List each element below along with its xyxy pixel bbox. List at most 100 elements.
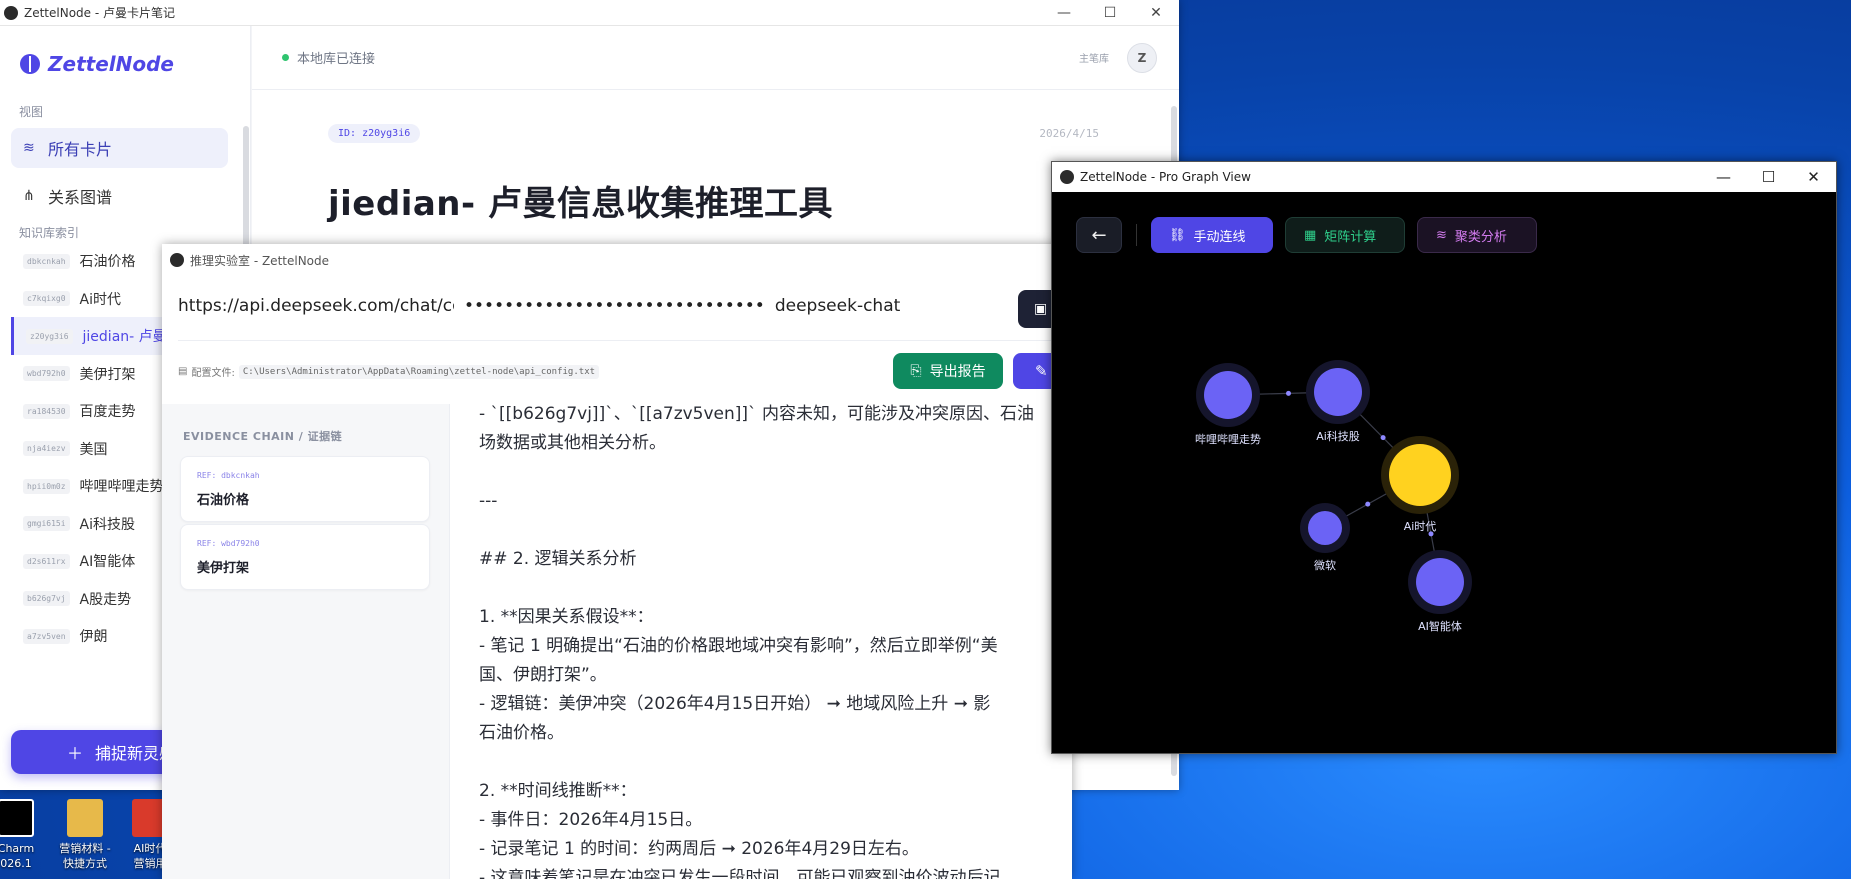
file-icon: ▤ <box>178 366 188 377</box>
lab-window: 推理实验室 - ZettelNode — https://api.deepsee… <box>162 244 1072 879</box>
export-icon: ⎘ <box>910 363 922 379</box>
logo: ZettelNode <box>20 52 174 76</box>
logo-text: ZettelNode <box>48 52 174 76</box>
evidence-header: EVIDENCE CHAIN / 证据链 <box>183 430 343 443</box>
desktop-icon-marketing[interactable]: 营销材料 - 快捷方式 <box>55 799 115 871</box>
app-icon <box>1060 170 1074 184</box>
close-button[interactable]: ✕ <box>1133 5 1179 21</box>
kb-item-label: A股走势 <box>79 591 132 608</box>
report-line: --- <box>479 491 498 511</box>
kb-item-label: 百度走势 <box>79 404 136 420</box>
edge-arrow-dot <box>1365 501 1371 507</box>
kb-item-id: nja4iezv <box>23 441 70 456</box>
report-line: - 记录笔记 1 的时间：约两周后 ➞ 2026年4月29日左右。 <box>479 839 919 859</box>
folder-icon <box>67 799 103 837</box>
brain-icon <box>20 54 40 74</box>
report-line: 2. **时间线推断**： <box>479 781 637 801</box>
card-date: 2026/4/15 <box>1039 127 1099 140</box>
kb-item-label: AI智能体 <box>79 554 136 570</box>
report-line: - 笔记 1 明确提出“石油的价格跟地域冲突有影响”，然后立即举例“美 <box>479 636 998 656</box>
graph-node-label: AI智能体 <box>1418 620 1462 633</box>
divider <box>178 340 1072 341</box>
evidence-card[interactable]: REF: dbkcnkah 石油价格 <box>180 456 430 522</box>
config-path: C:\Users\Administrator\AppData\Roaming\z… <box>238 364 600 379</box>
graph-node[interactable] <box>1204 371 1252 419</box>
connection-status: 本地库已连接 <box>297 52 376 67</box>
kb-item-label: 美国 <box>79 441 108 458</box>
evidence-ref: REF: dbkcnkah <box>197 471 260 480</box>
app-icon <box>170 253 184 267</box>
kb-item-id: z20yg3i6 <box>26 328 73 344</box>
report-text: - `[[b626g7vj]]`、`[[a7zv5ven]]` 内容未知，可能涉… <box>479 404 1072 879</box>
report-line: 1. **因果关系假设**： <box>479 607 654 627</box>
api-key-field[interactable]: •••••••••••••••••••••••••••••• <box>464 296 765 316</box>
save-icon: ▣ <box>1034 301 1048 317</box>
kb-item-label: Ai科技股 <box>79 516 135 533</box>
graph-node[interactable] <box>1308 511 1342 545</box>
report-line <box>479 748 1072 777</box>
graph-node-label: 哔哩哔哩走势 <box>1195 433 1261 446</box>
evidence-name: 石油价格 <box>197 493 250 508</box>
card-id-badge: ID: z20yg3i6 <box>328 124 421 143</box>
kb-item-id: dbkcnkah <box>23 253 70 269</box>
report-line: - 事件日：2026年4月15日。 <box>479 810 703 830</box>
desktop-icon-pycharm[interactable]: Charm 026.1 <box>0 799 46 871</box>
nav-all-cards[interactable]: ≋ 所有卡片 <box>11 128 228 168</box>
report-line <box>479 458 1072 487</box>
export-report-button[interactable]: ⎘ 导出报告 <box>893 353 1003 389</box>
report-line: 场数据或其他相关分析。 <box>479 433 666 453</box>
api-config-row: https://api.deepseek.com/chat/completion… <box>178 296 900 316</box>
status-dot <box>282 54 289 61</box>
evidence-card[interactable]: REF: wbd792h0 美伊打架 <box>180 524 430 590</box>
graph-titlebar: ZettelNode - Pro Graph View — ☐ ✕ <box>1052 162 1836 192</box>
library-label: 主笔库 <box>1079 54 1109 65</box>
pycharm-icon <box>0 799 34 837</box>
graph-window: ZettelNode - Pro Graph View — ☐ ✕ ← ⛓ 手动… <box>1051 161 1837 754</box>
graph-node[interactable] <box>1389 444 1451 506</box>
graph-node[interactable] <box>1416 558 1464 606</box>
kb-item-label: 伊朗 <box>79 629 108 645</box>
report-line: - 这意味着笔记是在冲突已发生一段时间，可能已观察到油价波动后记 <box>479 868 1001 879</box>
edge-arrow-dot <box>1286 390 1291 396</box>
kb-item-id: c7kqixg0 <box>23 291 70 306</box>
kb-item-label: 石油价格 <box>79 254 136 270</box>
graph-node-label: Ai科技股 <box>1316 430 1360 443</box>
kb-item-id: wbd792h0 <box>23 366 70 381</box>
minimize-button[interactable]: — <box>1041 5 1087 21</box>
kb-item-id: hpii0m0z <box>23 478 70 494</box>
topbar: 本地库已连接 主笔库 Z <box>252 26 1179 90</box>
main-titlebar: ZettelNode - 卢曼卡片笔记 — ☐ ✕ <box>0 0 1179 26</box>
graph-icon: ⋔ <box>23 188 35 204</box>
report-line: - `[[b626g7vj]]`、`[[a7zv5ven]]` 内容未知，可能涉… <box>479 404 1034 424</box>
report-line: 国、伊朗打架”。 <box>479 665 607 685</box>
desktop-icons: Charm 026.1 营销材料 - 快捷方式 AI时代 营销用 <box>0 795 170 879</box>
api-url-field[interactable]: https://api.deepseek.com/chat/completion… <box>178 296 454 316</box>
evidence-name: 美伊打架 <box>197 561 250 576</box>
graph-node[interactable] <box>1314 368 1362 416</box>
edge-arrow-dot <box>1380 435 1386 441</box>
graph-window-title: ZettelNode - Pro Graph View <box>1080 170 1251 184</box>
avatar[interactable]: Z <box>1127 42 1157 73</box>
kb-item-id: ra184530 <box>23 403 70 419</box>
close-button[interactable]: ✕ <box>1791 168 1836 186</box>
kb-item-label: 美伊打架 <box>79 366 136 383</box>
window-title: ZettelNode - 卢曼卡片笔记 <box>24 6 176 20</box>
app-icon <box>4 5 18 20</box>
maximize-button[interactable]: ☐ <box>1746 168 1791 186</box>
model-field[interactable]: deepseek-chat <box>775 296 900 316</box>
minimize-button[interactable]: — <box>1701 168 1746 186</box>
kb-item-id: a7zv5ven <box>23 628 70 644</box>
nav-graph[interactable]: ⋔ 关系图谱 <box>11 176 228 216</box>
kb-item-id: d2s611rx <box>23 553 70 569</box>
graph-svg[interactable] <box>1052 192 1838 755</box>
kb-item-label: jiedian- 卢曼 <box>82 329 167 345</box>
graph-canvas[interactable]: 哔哩哔哩走势 Ai科技股 Ai时代 微软 AI智能体 <box>1052 192 1838 755</box>
evidence-ref: REF: wbd792h0 <box>197 539 260 548</box>
graph-node-label: Ai时代 <box>1403 520 1437 533</box>
section-label-view: 视图 <box>19 105 44 119</box>
config-file-row: ▤ 配置文件: C:\Users\Administrator\AppData\R… <box>178 364 600 379</box>
pencil-icon: ✎ <box>1035 362 1048 380</box>
kb-item-id: gmgi615i <box>23 516 70 531</box>
maximize-button[interactable]: ☐ <box>1087 5 1133 21</box>
plus-icon: ＋ <box>67 744 84 763</box>
